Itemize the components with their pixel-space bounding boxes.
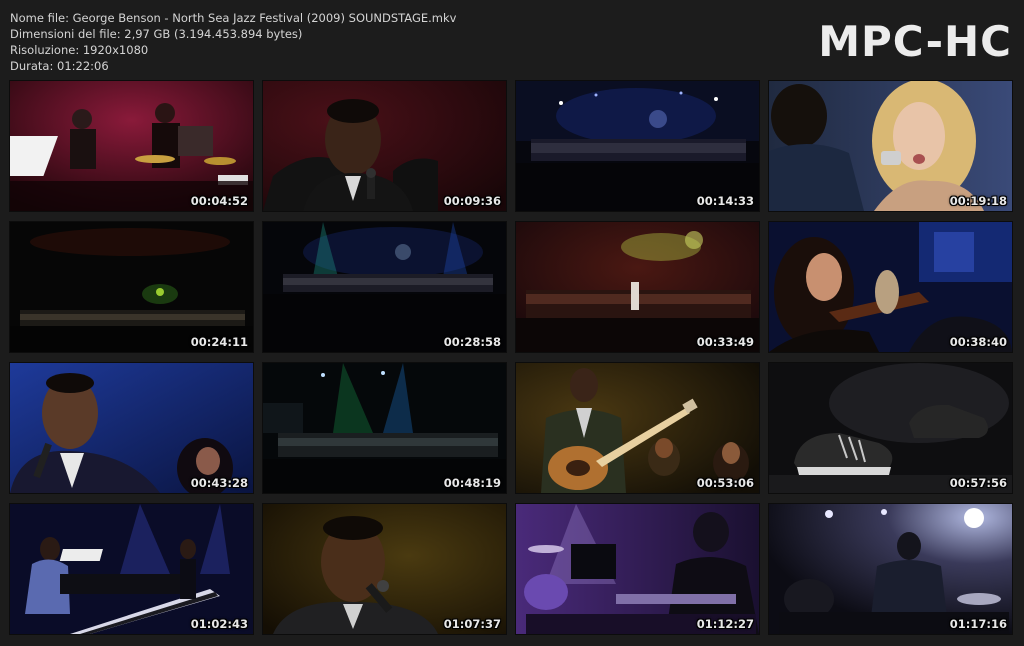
video-frame: [769, 222, 1012, 352]
video-frame: [769, 81, 1012, 211]
thumbnail: 00:14:33: [516, 81, 759, 211]
timestamp: 00:24:11: [190, 335, 248, 349]
timestamp: 00:53:06: [696, 476, 754, 490]
video-frame: [769, 363, 1012, 493]
thumbnail: 01:12:27: [516, 504, 759, 634]
thumbnail: 00:38:40: [769, 222, 1012, 352]
timestamp: 01:17:16: [949, 617, 1007, 631]
file-name-line: Nome file: George Benson - North Sea Jaz…: [10, 11, 457, 25]
video-frame: [263, 504, 506, 634]
mpc-hc-logo: MPC-HC: [818, 17, 1012, 66]
video-frame: [263, 363, 506, 493]
video-frame: [516, 81, 759, 211]
duration-line: Durata: 01:22:06: [10, 59, 109, 73]
video-frame: [10, 363, 253, 493]
thumbnail: 00:57:56: [769, 363, 1012, 493]
file-info-panel: Nome file: George Benson - North Sea Jaz…: [10, 10, 456, 74]
timestamp: 00:28:58: [443, 335, 501, 349]
thumbnail: 01:07:37: [263, 504, 506, 634]
thumbnail: 00:24:11: [10, 222, 253, 352]
timestamp: 00:09:36: [443, 194, 501, 208]
video-frame: [10, 222, 253, 352]
timestamp: 01:02:43: [190, 617, 248, 631]
video-frame: [10, 81, 253, 211]
video-frame: [516, 222, 759, 352]
timestamp: 00:19:18: [949, 194, 1007, 208]
video-frame: [516, 363, 759, 493]
timestamp: 01:12:27: [696, 617, 754, 631]
timestamp: 01:07:37: [443, 617, 501, 631]
thumbnail: 00:19:18: [769, 81, 1012, 211]
thumbnail: 00:09:36: [263, 81, 506, 211]
thumbnail: 00:48:19: [263, 363, 506, 493]
timestamp: 00:33:49: [696, 335, 754, 349]
timestamp: 00:48:19: [443, 476, 501, 490]
timestamp: 00:14:33: [696, 194, 754, 208]
thumbnail: 00:33:49: [516, 222, 759, 352]
thumbnail: 00:04:52: [10, 81, 253, 211]
file-size-line: Dimensioni del file: 2,97 GB (3.194.453.…: [10, 27, 303, 41]
thumbnail: 01:17:16: [769, 504, 1012, 634]
video-frame: [769, 504, 1012, 634]
video-frame: [516, 504, 759, 634]
thumbnail: 01:02:43: [10, 504, 253, 634]
thumbnail: 00:43:28: [10, 363, 253, 493]
thumbnail-grid: 00:04:52 00:09:36 00:14:33 00:19:18 00:2…: [10, 81, 1012, 634]
timestamp: 00:43:28: [190, 476, 248, 490]
timestamp: 00:04:52: [190, 194, 248, 208]
timestamp: 00:38:40: [949, 335, 1007, 349]
timestamp: 00:57:56: [949, 476, 1007, 490]
thumbnail: 00:53:06: [516, 363, 759, 493]
video-frame: [263, 81, 506, 211]
thumbnail: 00:28:58: [263, 222, 506, 352]
video-frame: [263, 222, 506, 352]
video-frame: [10, 504, 253, 634]
resolution-line: Risoluzione: 1920x1080: [10, 43, 149, 57]
